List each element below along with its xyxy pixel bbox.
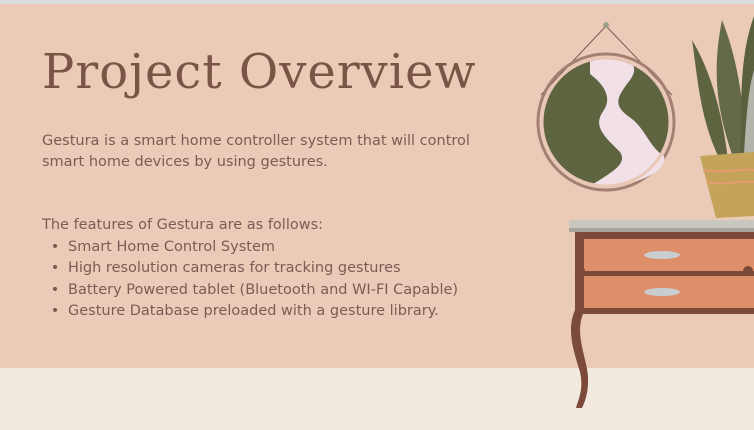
- mirror-illustration: [536, 22, 676, 192]
- sideboard-illustration: [569, 220, 754, 408]
- decor-illustration: [536, 16, 754, 408]
- plant-illustration: [692, 16, 754, 218]
